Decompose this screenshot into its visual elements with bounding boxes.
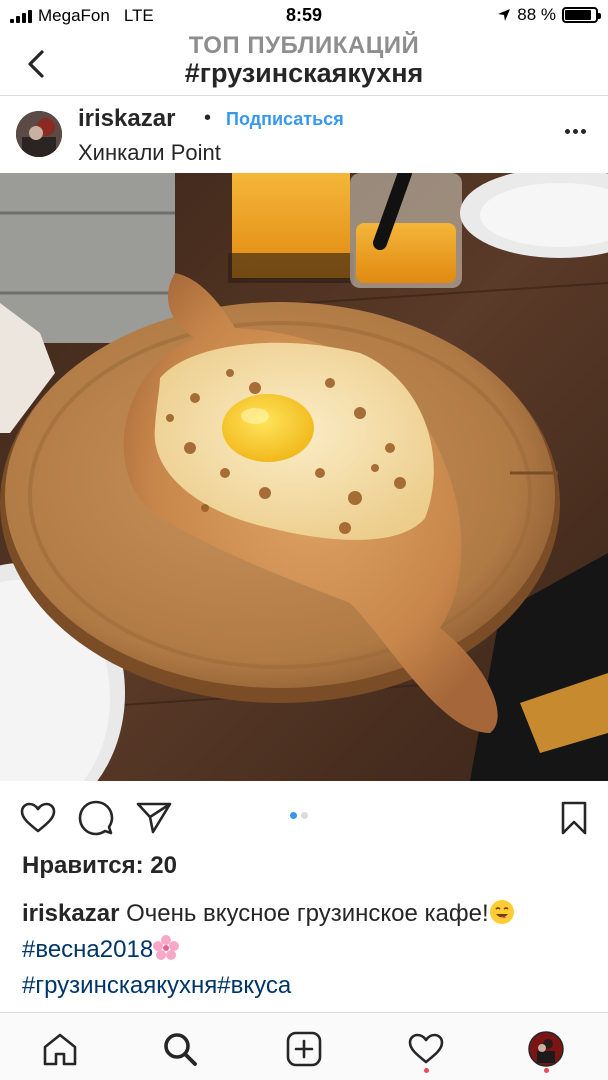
notification-dot bbox=[424, 1068, 429, 1073]
caption-username[interactable]: iriskazar bbox=[22, 900, 119, 927]
tab-search[interactable] bbox=[158, 1027, 202, 1071]
carousel-indicator bbox=[290, 812, 308, 819]
bookmark-icon bbox=[561, 801, 587, 835]
caption-text: Очень вкусное грузинское кафе! bbox=[119, 900, 489, 927]
battery-fill bbox=[565, 10, 592, 20]
bottom-tab-bar bbox=[0, 1012, 608, 1080]
save-button[interactable] bbox=[554, 798, 594, 838]
hashtag-link[interactable]: #весна2018 bbox=[22, 936, 153, 963]
home-icon bbox=[43, 1033, 77, 1066]
hashtag-link[interactable]: #грузинскаякухня bbox=[22, 972, 217, 999]
notification-dot bbox=[544, 1068, 549, 1073]
add-post-icon bbox=[286, 1031, 322, 1067]
carousel-dot bbox=[301, 812, 308, 819]
battery-icon bbox=[562, 7, 601, 23]
khachapuri-photo bbox=[0, 173, 608, 781]
tab-add-post[interactable] bbox=[282, 1027, 326, 1071]
tab-home[interactable] bbox=[38, 1027, 82, 1071]
avatar bbox=[528, 1031, 564, 1067]
comment-icon bbox=[78, 800, 114, 836]
post-header: iriskazar • Подписаться Хинкали Point bbox=[0, 97, 608, 173]
smiling-face-emoji-icon bbox=[489, 900, 514, 924]
page-subtitle: ТОП ПУБЛИКАЦИЙ bbox=[188, 32, 420, 59]
post-caption: iriskazar Очень вкусное грузинское кафе!… bbox=[22, 896, 592, 1004]
search-icon bbox=[164, 1033, 197, 1066]
like-button[interactable] bbox=[18, 798, 58, 838]
page-header: ТОП ПУБЛИКАЦИЙ #грузинскаякухня bbox=[0, 32, 608, 96]
share-button[interactable] bbox=[134, 798, 174, 838]
hashtag-link[interactable]: #вкуса bbox=[217, 972, 291, 999]
avatar-image bbox=[16, 111, 62, 157]
page-title: #грузинскаякухня bbox=[184, 58, 424, 88]
location-arrow-icon bbox=[498, 9, 511, 21]
cherry-blossom-emoji-icon bbox=[153, 935, 180, 960]
status-bar: MegaFon LTE 8:59 88 % bbox=[0, 0, 608, 32]
more-horizontal-icon bbox=[564, 128, 570, 134]
comment-button[interactable] bbox=[76, 798, 116, 838]
post-photo[interactable] bbox=[0, 173, 608, 781]
tab-activity[interactable] bbox=[404, 1027, 448, 1071]
battery-percent: 88 % bbox=[517, 5, 556, 24]
follow-button[interactable]: Подписаться bbox=[226, 109, 344, 130]
carousel-dot-active bbox=[290, 812, 297, 819]
post-actions bbox=[0, 790, 608, 842]
post-username[interactable]: iriskazar bbox=[78, 105, 175, 133]
like-count[interactable]: Нравится: 20 bbox=[22, 852, 177, 880]
more-options-button[interactable] bbox=[560, 121, 590, 141]
avatar[interactable] bbox=[16, 111, 62, 157]
heart-icon bbox=[408, 1033, 444, 1064]
separator-dot: • bbox=[204, 107, 212, 129]
send-icon bbox=[136, 802, 172, 834]
heart-icon bbox=[20, 802, 56, 833]
post-location[interactable]: Хинкали Point bbox=[78, 140, 221, 166]
tab-profile[interactable] bbox=[524, 1027, 568, 1071]
status-right: 88 % bbox=[497, 5, 601, 25]
